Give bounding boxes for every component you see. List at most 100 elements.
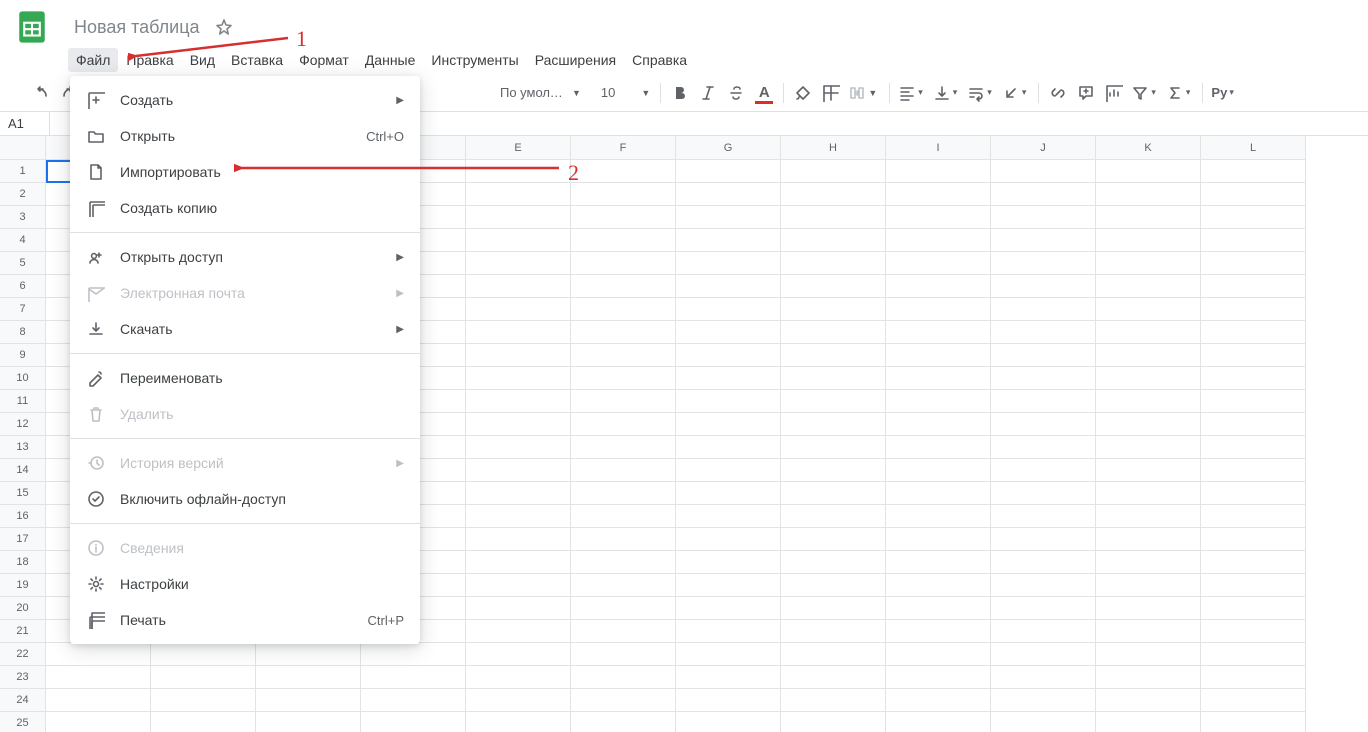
cell[interactable]	[781, 229, 886, 252]
cell[interactable]	[886, 712, 991, 732]
cell[interactable]	[1096, 252, 1201, 275]
sheets-logo[interactable]	[14, 9, 50, 45]
file-menu-item[interactable]: Переименовать	[70, 360, 420, 396]
select-all-corner[interactable]	[0, 136, 46, 160]
vertical-align-button[interactable]: ▾	[931, 80, 964, 106]
cell[interactable]	[781, 528, 886, 551]
cell[interactable]	[466, 183, 571, 206]
italic-button[interactable]	[695, 80, 721, 106]
cell[interactable]	[1096, 160, 1201, 183]
cell[interactable]	[991, 574, 1096, 597]
cell[interactable]	[466, 367, 571, 390]
cell[interactable]	[466, 574, 571, 597]
cell[interactable]	[1201, 252, 1306, 275]
cell[interactable]	[991, 206, 1096, 229]
cell[interactable]	[1096, 367, 1201, 390]
bold-button[interactable]	[667, 80, 693, 106]
strikethrough-button[interactable]	[723, 80, 749, 106]
cell[interactable]	[886, 229, 991, 252]
file-menu-item[interactable]: ОткрытьCtrl+O	[70, 118, 420, 154]
cell[interactable]	[46, 689, 151, 712]
cell[interactable]	[571, 620, 676, 643]
column-header[interactable]: F	[571, 136, 676, 160]
cell[interactable]	[1201, 367, 1306, 390]
cell[interactable]	[676, 367, 781, 390]
cell[interactable]	[991, 482, 1096, 505]
insert-comment-button[interactable]	[1073, 80, 1099, 106]
cell[interactable]	[571, 229, 676, 252]
cell[interactable]	[256, 712, 361, 732]
cell[interactable]	[1096, 459, 1201, 482]
cell[interactable]	[1201, 275, 1306, 298]
horizontal-align-button[interactable]: ▾	[896, 80, 929, 106]
cell[interactable]	[886, 321, 991, 344]
cell[interactable]	[886, 597, 991, 620]
cell[interactable]	[676, 183, 781, 206]
cell[interactable]	[571, 206, 676, 229]
cell[interactable]	[781, 459, 886, 482]
cell[interactable]	[466, 229, 571, 252]
cell[interactable]	[571, 551, 676, 574]
cell[interactable]	[886, 551, 991, 574]
row-header[interactable]: 18	[0, 551, 45, 574]
row-header[interactable]: 22	[0, 643, 45, 666]
cell[interactable]	[466, 643, 571, 666]
file-menu-item[interactable]: Открыть доступ▶	[70, 239, 420, 275]
cell[interactable]	[256, 643, 361, 666]
cell[interactable]	[1201, 229, 1306, 252]
column-header[interactable]: K	[1096, 136, 1201, 160]
cell[interactable]	[781, 712, 886, 732]
cell[interactable]	[781, 344, 886, 367]
cell[interactable]	[571, 298, 676, 321]
text-wrap-button[interactable]: ▾	[965, 80, 998, 106]
menubar-item-вставка[interactable]: Вставка	[223, 48, 291, 72]
cell[interactable]	[886, 367, 991, 390]
cell[interactable]	[1201, 298, 1306, 321]
cell[interactable]	[991, 597, 1096, 620]
cell[interactable]	[886, 344, 991, 367]
cell[interactable]	[1096, 321, 1201, 344]
cell[interactable]	[886, 666, 991, 689]
cell[interactable]	[676, 252, 781, 275]
cell[interactable]	[571, 367, 676, 390]
cell[interactable]	[466, 528, 571, 551]
cell[interactable]	[676, 551, 781, 574]
cell[interactable]	[1096, 528, 1201, 551]
cell[interactable]	[1201, 620, 1306, 643]
cell[interactable]	[1096, 505, 1201, 528]
cell[interactable]	[1096, 436, 1201, 459]
cell[interactable]	[466, 712, 571, 732]
cell[interactable]	[571, 160, 676, 183]
cell[interactable]	[1096, 620, 1201, 643]
cell[interactable]	[1201, 551, 1306, 574]
cell[interactable]	[781, 597, 886, 620]
row-header[interactable]: 21	[0, 620, 45, 643]
borders-button[interactable]	[818, 80, 844, 106]
cell[interactable]	[571, 528, 676, 551]
cell[interactable]	[886, 160, 991, 183]
cell[interactable]	[466, 597, 571, 620]
cell[interactable]	[886, 528, 991, 551]
cell[interactable]	[991, 229, 1096, 252]
cell[interactable]	[571, 597, 676, 620]
cell[interactable]	[1096, 597, 1201, 620]
cell[interactable]	[1201, 413, 1306, 436]
cell[interactable]	[991, 620, 1096, 643]
menubar-item-файл[interactable]: Файл	[68, 48, 118, 72]
cell[interactable]	[886, 252, 991, 275]
cell[interactable]	[991, 321, 1096, 344]
cell[interactable]	[886, 459, 991, 482]
cell[interactable]	[571, 183, 676, 206]
cell[interactable]	[886, 643, 991, 666]
cell[interactable]	[676, 229, 781, 252]
cell[interactable]	[466, 620, 571, 643]
cell[interactable]	[1201, 160, 1306, 183]
cell[interactable]	[1201, 528, 1306, 551]
cell[interactable]	[991, 298, 1096, 321]
cell[interactable]	[1096, 183, 1201, 206]
cell[interactable]	[676, 160, 781, 183]
cell[interactable]	[781, 689, 886, 712]
cell[interactable]	[991, 528, 1096, 551]
row-header[interactable]: 13	[0, 436, 45, 459]
cell[interactable]	[361, 643, 466, 666]
